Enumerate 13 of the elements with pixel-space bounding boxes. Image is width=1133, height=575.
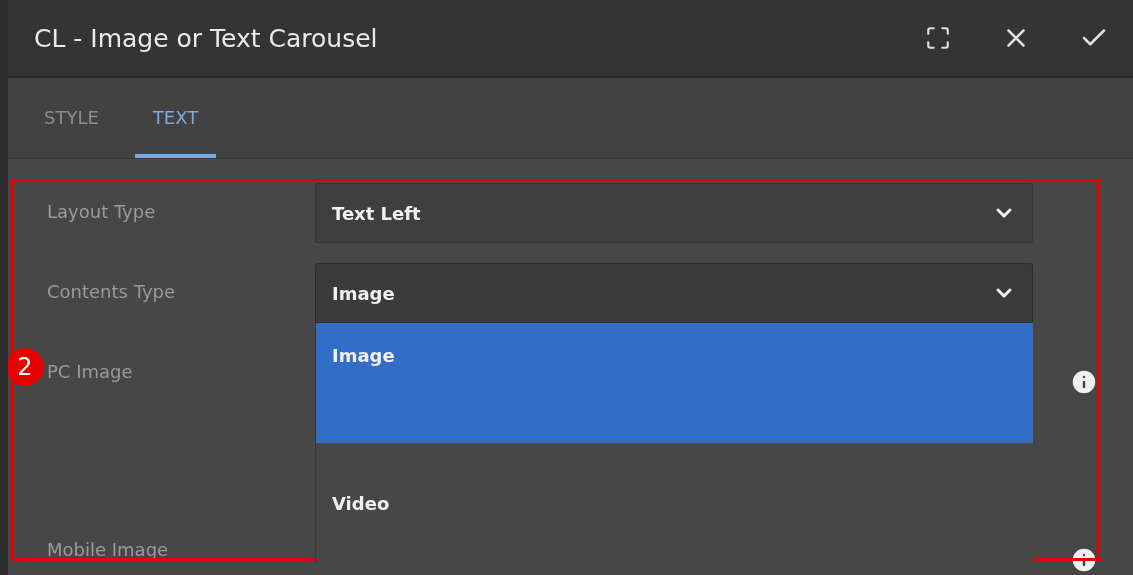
annotation-badge: 2: [8, 348, 44, 386]
window-title: CL - Image or Text Carousel: [34, 23, 379, 53]
field-label: PC Image: [47, 360, 134, 382]
select-field[interactable]: Image: [315, 263, 1033, 323]
dropdown-option[interactable]: Video: [315, 443, 1033, 563]
dropdown-option[interactable]: Image: [315, 323, 1033, 443]
field-label: Contents Type: [47, 280, 177, 302]
info-icon[interactable]: [1069, 367, 1099, 397]
field-label: Mobile Image: [47, 538, 170, 561]
field-label: Layout Type: [47, 200, 157, 222]
fullscreen-icon: [925, 25, 951, 51]
info-icon[interactable]: [1069, 545, 1099, 575]
select-field[interactable]: Text Left: [315, 183, 1033, 243]
